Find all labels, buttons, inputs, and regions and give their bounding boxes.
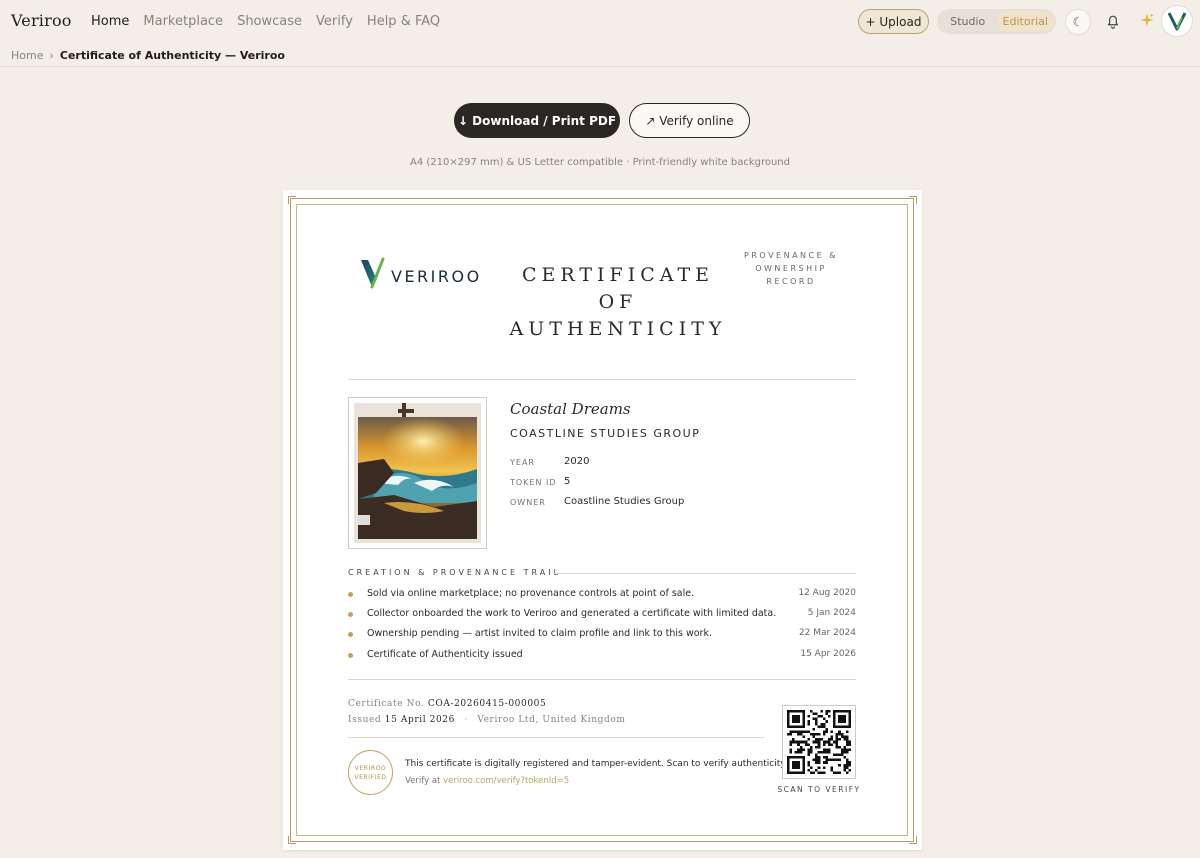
verify-online-button[interactable]: ↗ Verify online xyxy=(629,103,750,138)
issued-label: Issued xyxy=(348,715,382,725)
issued-date: 15 April 2026 xyxy=(384,715,455,725)
trail-date: 12 Aug 2020 xyxy=(798,588,856,598)
trail-text: Ownership pending — artist invited to cl… xyxy=(367,628,712,639)
veriroo-logo-icon xyxy=(361,257,385,289)
mode-option-studio[interactable]: Studio xyxy=(939,11,997,32)
theme-toggle-button[interactable]: ☾ xyxy=(1065,9,1091,35)
title-line: OF xyxy=(598,291,638,313)
breadcrumb-current: Certificate of Authenticity — Veriroo xyxy=(59,49,285,62)
trail-item: Certificate of Authenticity issued 15 Ap… xyxy=(348,649,856,660)
certificate-document: VERIROO CERTIFICATE OF AUTHENTICITY PROV… xyxy=(283,190,922,850)
seal-line: VERIFIED xyxy=(354,773,387,781)
mode-toggle: Studio Editorial xyxy=(937,9,1056,34)
frame-corner xyxy=(288,836,296,844)
trail-text: Sold via online marketplace; no provenan… xyxy=(367,588,695,599)
trail-text: Collector onboarded the work to Veriroo … xyxy=(367,608,777,619)
trail-date: 5 Jan 2024 xyxy=(807,608,856,618)
artwork-image xyxy=(354,403,481,543)
download-pdf-button[interactable]: ↓ Download / Print PDF xyxy=(454,103,620,138)
meta-row-year: YEAR 2020 xyxy=(510,456,589,467)
meta-label: YEAR xyxy=(510,458,535,467)
cert-no-label: Certificate No. xyxy=(348,699,425,709)
tamper-evident-note: This certificate is digitally registered… xyxy=(405,759,788,769)
bullet-dot xyxy=(348,612,353,617)
qr-code[interactable] xyxy=(782,705,856,779)
veriroo-v-icon xyxy=(1168,12,1186,31)
trail-date: 15 Apr 2026 xyxy=(800,649,856,659)
certificate-title: CERTIFICATE OF AUTHENTICITY xyxy=(503,262,733,343)
divider xyxy=(348,379,856,380)
logo-wordmark: VERIROO xyxy=(391,266,482,286)
nav-links: Home Marketplace Showcase Verify Help & … xyxy=(91,14,440,29)
cert-no-value: COA-20260415-000005 xyxy=(427,699,547,709)
verify-link[interactable]: veriroo.com/verify?tokenId=5 xyxy=(443,776,569,786)
meta-value: Coastline Studies Group xyxy=(564,496,685,507)
upload-button[interactable]: + Upload xyxy=(858,9,929,34)
title-line: AUTHENTICITY xyxy=(509,318,727,340)
sparkle-icon[interactable] xyxy=(1139,12,1155,28)
qr-code-icon xyxy=(787,710,851,774)
artwork-image-frame xyxy=(348,397,487,549)
meta-row-owner: OWNER Coastline Studies Group xyxy=(510,496,684,507)
trail-item: Sold via online marketplace; no provenan… xyxy=(348,588,856,599)
nav-link-verify[interactable]: Verify xyxy=(316,14,353,29)
title-line: CERTIFICATE xyxy=(521,264,714,286)
nav-link-marketplace[interactable]: Marketplace xyxy=(143,14,223,29)
moon-icon: ☾ xyxy=(1072,15,1084,29)
scan-to-verify-label: SCAN TO VERIFY xyxy=(777,785,861,794)
breadcrumb-home[interactable]: Home xyxy=(11,49,43,62)
breadcrumb-separator: › xyxy=(49,49,54,62)
breadcrumb-divider xyxy=(0,66,1200,67)
issuer: Veriroo Ltd, United Kingdom xyxy=(477,715,626,725)
mode-option-editorial[interactable]: Editorial xyxy=(996,11,1054,32)
trail-item: Collector onboarded the work to Veriroo … xyxy=(348,608,856,619)
top-nav: Veriroo Home Marketplace Showcase Verify… xyxy=(0,0,1200,44)
certificate-logo: VERIROO xyxy=(359,256,482,290)
frame-corner xyxy=(909,196,917,204)
user-avatar[interactable] xyxy=(1161,5,1193,37)
trail-heading-rule xyxy=(553,573,856,574)
trail-heading: CREATION & PROVENANCE TRAIL xyxy=(348,568,562,577)
meta-value: 5 xyxy=(564,476,571,487)
nav-link-help[interactable]: Help & FAQ xyxy=(367,14,440,29)
provenance-record-label: PROVENANCE & OWNERSHIP RECORD xyxy=(739,249,843,288)
issued-line: Issued 15 April 2026 · Veriroo Ltd, Unit… xyxy=(348,715,626,725)
trail-date: 22 Mar 2024 xyxy=(798,628,856,638)
breadcrumb: Home › Certificate of Authenticity — Ver… xyxy=(11,49,285,62)
nav-link-home[interactable]: Home xyxy=(91,14,129,29)
compatibility-note: A4 (210×297 mm) & US Letter compatible ·… xyxy=(409,157,790,168)
bell-icon[interactable] xyxy=(1104,12,1122,30)
trail-item: Ownership pending — artist invited to cl… xyxy=(348,628,856,639)
verified-seal: VERIROO VERIFIED xyxy=(348,750,393,795)
meta-label: OWNER xyxy=(510,498,546,507)
verify-prefix: Verify at xyxy=(405,776,441,786)
frame-corner xyxy=(909,836,917,844)
brand-logo[interactable]: Veriroo xyxy=(11,11,72,30)
bullet-dot xyxy=(348,632,353,637)
verify-url-line: Verify at veriroo.com/verify?tokenId=5 xyxy=(405,776,569,786)
artwork-title: Coastal Dreams xyxy=(510,400,631,418)
bullet-dot xyxy=(348,653,353,658)
provenance-line: PROVENANCE & xyxy=(744,251,838,260)
meta-row-token: TOKEN ID 5 xyxy=(510,476,570,487)
seal-line: VERIROO xyxy=(354,764,387,772)
frame-corner xyxy=(288,196,296,204)
trail-text: Certificate of Authenticity issued xyxy=(367,649,523,660)
provenance-line: RECORD xyxy=(766,277,816,286)
divider xyxy=(348,737,764,738)
issued-separator: · xyxy=(464,715,468,725)
nav-link-showcase[interactable]: Showcase xyxy=(237,14,302,29)
provenance-line: OWNERSHIP xyxy=(755,264,827,273)
bullet-dot xyxy=(348,592,353,597)
certificate-number: Certificate No. COA-20260415-000005 xyxy=(348,699,546,709)
divider xyxy=(348,679,856,680)
artwork-artist: COASTLINE STUDIES GROUP xyxy=(510,427,701,440)
meta-label: TOKEN ID xyxy=(510,478,557,487)
meta-value: 2020 xyxy=(564,456,590,467)
